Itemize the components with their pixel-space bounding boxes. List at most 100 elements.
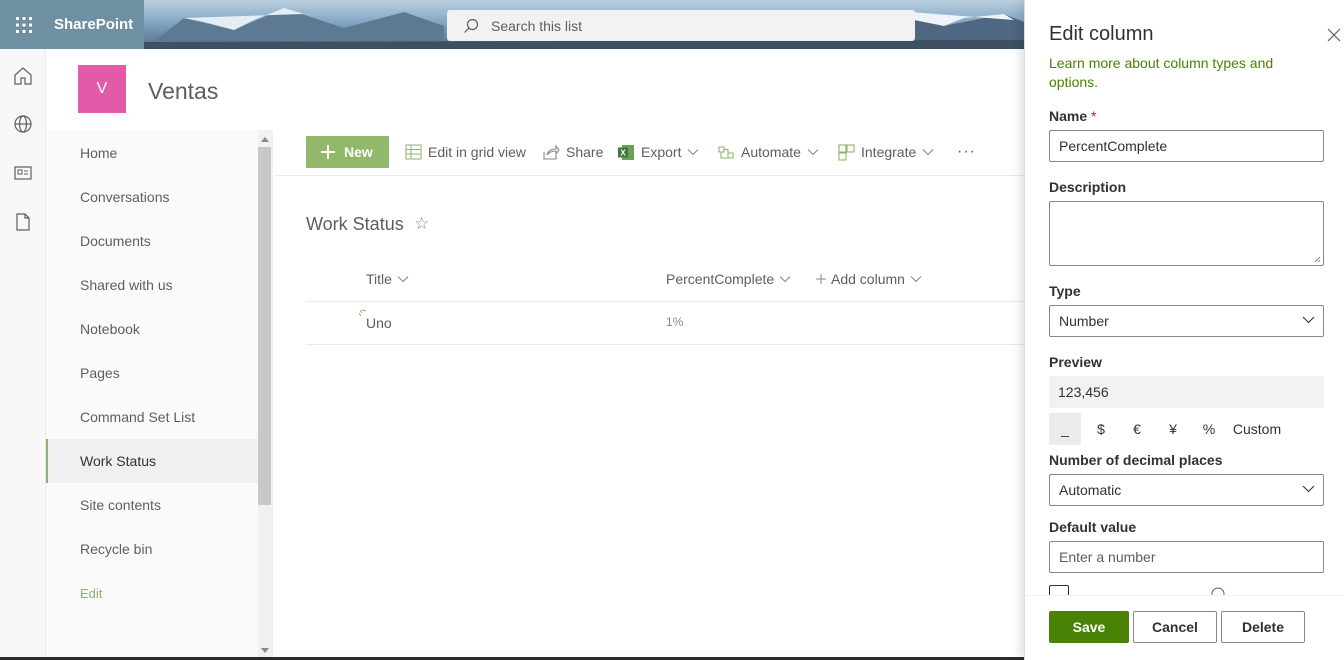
description-textarea[interactable] [1049, 201, 1324, 266]
type-dropdown[interactable]: Number [1049, 305, 1324, 337]
export-label: Export [641, 144, 682, 160]
share-label: Share [566, 144, 604, 160]
info-icon[interactable] [1211, 587, 1225, 595]
site-logo[interactable]: V [78, 65, 126, 113]
format-yen-button[interactable]: ¥ [1157, 413, 1189, 445]
header-divider [306, 301, 1024, 302]
more-options-button[interactable]: ··· [957, 143, 976, 161]
cancel-button[interactable]: Cancel [1133, 611, 1217, 643]
plus-icon [816, 274, 826, 284]
description-label: Description [1049, 179, 1127, 195]
chevron-down-icon [910, 276, 922, 283]
add-column-button[interactable]: Add column [816, 271, 922, 287]
learn-more-link[interactable]: Learn more about column types and option… [1049, 54, 1309, 92]
search-placeholder: Search this list [491, 17, 583, 34]
site-title[interactable]: Ventas [148, 78, 218, 105]
panel-body: Edit column Learn more about column type… [1025, 0, 1344, 595]
resize-handle-icon[interactable] [1314, 256, 1321, 263]
nav-item-shared-with-us[interactable]: Shared with us [46, 263, 258, 307]
chevron-down-icon [1302, 485, 1315, 493]
suite-bar: SharePoint Search this list [0, 0, 1024, 49]
grid-icon [405, 144, 422, 160]
name-label: Name * [1049, 108, 1096, 124]
chevron-down-icon [688, 149, 699, 156]
row-title-link[interactable]: Uno [366, 315, 392, 331]
app-launcher-button[interactable] [0, 0, 48, 49]
favorite-star-icon[interactable]: ☆ [414, 214, 429, 234]
nav-scrollbar-thumb[interactable] [258, 147, 271, 505]
scroll-up-icon[interactable] [261, 136, 269, 142]
type-label: Type [1049, 283, 1081, 299]
panel-heading: Edit column [1049, 23, 1154, 45]
news-icon[interactable] [12, 162, 34, 184]
excel-icon: X [618, 144, 634, 160]
chevron-down-icon [779, 276, 791, 283]
decimal-places-label: Number of decimal places [1049, 452, 1223, 468]
delete-button[interactable]: Delete [1221, 611, 1305, 643]
nav-item-command-set-list[interactable]: Command Set List [46, 395, 258, 439]
command-bar-divider [274, 175, 1024, 176]
document-icon[interactable] [12, 211, 34, 233]
nav-item-notebook[interactable]: Notebook [46, 307, 258, 351]
new-button-label: New [344, 144, 373, 160]
type-dropdown-value: Number [1059, 313, 1109, 329]
preview-label: Preview [1049, 354, 1102, 370]
automate-label: Automate [741, 144, 801, 160]
decimal-places-dropdown[interactable]: Automatic [1049, 474, 1324, 506]
row-percent-value: 1% [666, 315, 684, 329]
format-custom-button[interactable]: Custom [1229, 413, 1285, 445]
edit-grid-view-label: Edit in grid view [428, 144, 527, 160]
plus-icon [321, 145, 335, 159]
export-button[interactable]: X Export [618, 143, 699, 161]
column-header-percentcomplete[interactable]: PercentComplete [666, 271, 791, 287]
nav-item-home[interactable]: Home [46, 131, 258, 175]
preview-value: 123,456 [1049, 376, 1324, 408]
panel-footer: Save Cancel Delete [1025, 595, 1344, 660]
search-icon [464, 18, 479, 33]
nav-item-work-status[interactable]: Work Status [46, 439, 258, 483]
automate-icon [718, 145, 734, 159]
integrate-label: Integrate [861, 144, 917, 160]
name-label-text: Name [1049, 108, 1088, 124]
column-header-title[interactable]: Title [366, 271, 409, 287]
nav-item-pages[interactable]: Pages [46, 351, 258, 395]
share-button[interactable]: Share [542, 143, 603, 161]
chevron-down-icon [807, 149, 819, 156]
edit-grid-view-button[interactable]: Edit in grid view [405, 143, 526, 161]
search-box[interactable]: Search this list [447, 10, 915, 41]
nav-item-conversations[interactable]: Conversations [46, 175, 258, 219]
default-value-input[interactable]: Enter a number [1049, 541, 1324, 573]
nav-item-recycle-bin[interactable]: Recycle bin [46, 527, 258, 571]
format-dollar-button[interactable]: $ [1085, 413, 1117, 445]
format-euro-button[interactable]: € [1121, 413, 1153, 445]
chevron-down-icon [397, 276, 409, 283]
left-navigation: Home Conversations Documents Shared with… [46, 130, 258, 660]
close-icon[interactable] [1327, 28, 1341, 42]
app-rail [0, 49, 46, 660]
automate-button[interactable]: Automate [717, 143, 819, 161]
nav-item-documents[interactable]: Documents [46, 219, 258, 263]
svg-text:X: X [620, 148, 626, 157]
nav-item-site-contents[interactable]: Site contents [46, 483, 258, 527]
name-input-value: PercentComplete [1059, 138, 1168, 154]
column-header-percent-label: PercentComplete [666, 271, 775, 287]
name-input[interactable]: PercentComplete [1049, 130, 1324, 162]
row-divider [306, 344, 1024, 345]
save-button[interactable]: Save [1049, 611, 1129, 643]
nav-edit-link[interactable]: Edit [46, 571, 258, 615]
home-icon[interactable] [12, 65, 34, 87]
integrate-icon [838, 143, 855, 161]
required-marker: * [1087, 108, 1097, 124]
add-column-label: Add column [831, 271, 905, 287]
chevron-down-icon [922, 149, 934, 156]
more-icon: ··· [957, 143, 976, 160]
integrate-button[interactable]: Integrate [838, 143, 934, 161]
new-button[interactable]: New [306, 136, 389, 168]
list-title: Work Status [306, 214, 404, 234]
brand-link[interactable]: SharePoint [48, 0, 144, 49]
format-none-button[interactable]: _ [1049, 413, 1081, 445]
globe-icon[interactable] [12, 113, 34, 135]
option-checkbox[interactable] [1049, 585, 1069, 595]
format-percent-button[interactable]: % [1193, 413, 1225, 445]
scroll-down-icon[interactable] [261, 648, 269, 654]
